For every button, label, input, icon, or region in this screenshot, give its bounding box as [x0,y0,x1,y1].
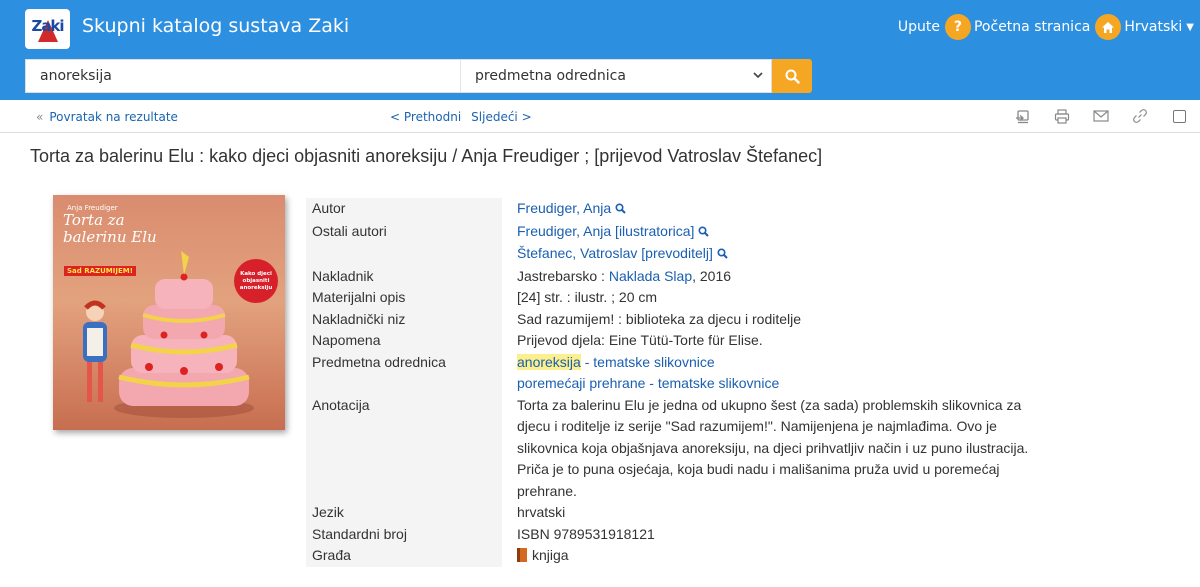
question-icon[interactable]: ? [944,14,971,40]
field-label: Anotacija [306,394,502,502]
field-label: Napomena [306,330,502,352]
field-value: [24] str. : ilustr. ; 20 cm [517,289,658,305]
next-link[interactable]: Sljedeći > [471,110,531,124]
field-nakladnicki-niz: Nakladnički niz Sad razumijem! : bibliot… [306,308,1066,330]
field-jezik: Jezik hrvatski [306,502,1066,524]
pager: < Prethodni Sljedeći > [390,110,542,124]
record-title: Torta za balerinu Elu : kako djeci objas… [30,146,823,166]
cover-title-line1: Torta za [63,211,125,229]
field-label: Nakladnički niz [306,308,502,330]
field-value: knjiga [502,545,1066,567]
export-icon[interactable] [1014,107,1032,125]
search-field-value: predmetna odrednica [475,68,626,84]
author-link[interactable]: Freudiger, Anja [517,200,611,216]
back-to-results-link[interactable]: « Povratak na rezultate [36,110,178,124]
cover-badge-line2: objasniti [242,278,270,284]
field-label: Nakladnik [306,265,502,287]
app-title[interactable]: Skupni katalog sustava Zaki [82,15,349,37]
previous-link[interactable]: < Prethodni [390,110,461,124]
logo-mark: Zaki [29,12,67,46]
top-bar: Zaki Skupni katalog sustava Zaki Upute ?… [0,0,1200,100]
other-author-1-role: [ilustratorica] [611,222,695,239]
field-ostali-autori: Ostali autori Freudiger, Anja [ilustrato… [306,220,1066,266]
field-label: Jezik [306,502,502,524]
field-value: Freudiger, Anja [ilustratorica] Štefanec… [502,221,1066,266]
annotation-line: djecu i roditelje iz serije "Sad razumij… [517,418,997,434]
search-icon[interactable] [717,244,728,266]
logo-text: Zaki [31,17,64,35]
search-button[interactable] [772,59,812,93]
field-value: anoreksija - tematske slikovnice poremeć… [502,352,1066,395]
annotation-line: slikovnica koja objašnjava anoreksiju, n… [517,439,1029,456]
zaki-logo[interactable]: Zaki [25,9,70,49]
record-tools [993,107,1188,125]
back-label: Povratak na rezultate [49,110,178,124]
chevron-down-icon [753,69,763,82]
search-icon[interactable] [615,199,626,221]
link-icon[interactable] [1131,107,1149,125]
print-icon[interactable] [1053,107,1071,125]
field-predmetna-odrednica: Predmetna odrednica anoreksija - tematsk… [306,351,1066,395]
select-checkbox[interactable] [1170,107,1188,125]
field-grada: Građa knjiga [306,545,1066,567]
book-cover-image[interactable]: Anja Freudiger Torta za balerinu Elu Sad… [53,195,285,430]
annotation-line: Priča je to puna osjećaja, koja budi nad… [517,461,1000,477]
annotation-line: Torta za balerinu Elu je jedna od ukupno… [517,396,1022,413]
field-label: Predmetna odrednica [306,351,502,395]
field-value: hrvatski [517,504,566,520]
field-label: Građa [306,545,502,567]
publisher-link[interactable]: Naklada Slap [609,268,692,284]
girl-illustration [83,300,107,402]
search-field-select[interactable]: predmetna odrednica [460,59,772,93]
field-label: Materijalni opis [306,287,502,309]
language-selector[interactable]: Hrvatski [1124,19,1182,35]
search-term-highlight: anoreksija [517,353,581,370]
cover-badge-line3: anoreksiju [239,285,273,291]
checkbox-box [1172,109,1186,123]
field-anotacija: Anotacija Torta za balerinu Elu je jedna… [306,394,1066,503]
other-author-2-link[interactable]: Štefanec, Vatroslav [517,245,637,261]
field-materijalni-opis: Materijalni opis [24] str. : ilustr. ; 2… [306,287,1066,309]
field-value: Freudiger, Anja [502,198,1066,221]
cover-title-line2: balerinu Elu [63,228,157,246]
field-napomena: Napomena Prijevod djela: Eine Tütü-Torte… [306,330,1066,352]
field-value: Sad razumijem! : biblioteka za djecu i r… [517,310,802,327]
cover-series-label: Sad RAZUMIJEM! [64,266,136,276]
field-standardni-broj: Standardni broj ISBN 9789531918121 [306,523,1066,545]
subject-1-link[interactable]: anoreksija - tematske slikovnice [517,352,1066,374]
book-icon [517,548,527,562]
material-type: knjiga [532,547,569,563]
top-links: Upute ? Početna stranica Hrvatski ▼ [898,14,1194,40]
cover-badge: Kako djeci objasniti anoreksiju [234,259,278,303]
field-label: Ostali autori [306,220,502,266]
home-link[interactable]: Početna stranica [974,19,1090,35]
record-nav-bar: « Povratak na rezultate < Prethodni Sljede… [0,101,1200,133]
publisher-year: , 2016 [692,267,732,284]
publisher-place: Jastrebarsko : [517,267,609,284]
field-value: Torta za balerinu Elu je jedna od ukupno… [502,395,1066,503]
field-autor: Autor Freudiger, Anja [306,198,1066,221]
cover-badge-line1: Kako djeci [240,271,272,277]
cover-title: Torta za balerinu Elu [63,212,157,246]
email-icon[interactable] [1092,107,1110,125]
home-icon[interactable] [1095,14,1122,40]
double-chevron-left-icon: « [36,110,44,124]
field-value: ISBN 9789531918121 [517,525,655,542]
field-value: Prijevod djela: Eine Tütü-Torte für Elis… [517,332,763,348]
annotation-line: prehrane. [517,482,577,499]
other-author-2-role: [prevoditelj] [637,245,713,261]
field-value: Jastrebarsko : Naklada Slap, 2016 [502,266,1066,288]
subject-2-link[interactable]: poremećaji prehrane - tematske slikovnic… [517,373,1066,395]
field-nakladnik: Nakladnik Jastrebarsko : Naklada Slap, 2… [306,265,1066,288]
field-label: Standardni broj [306,523,502,545]
subject-1-rest: - tematske slikovnice [580,353,715,370]
other-author-1-link[interactable]: Freudiger, Anja [517,223,611,239]
record-details: Autor Freudiger, Anja Ostali autori Freu… [306,198,1066,567]
search-icon[interactable] [698,222,710,244]
chevron-down-icon[interactable]: ▼ [1186,22,1194,33]
search-icon [785,69,800,84]
search-input[interactable] [25,59,460,93]
help-link[interactable]: Upute [898,19,940,35]
field-label: Autor [306,198,502,221]
